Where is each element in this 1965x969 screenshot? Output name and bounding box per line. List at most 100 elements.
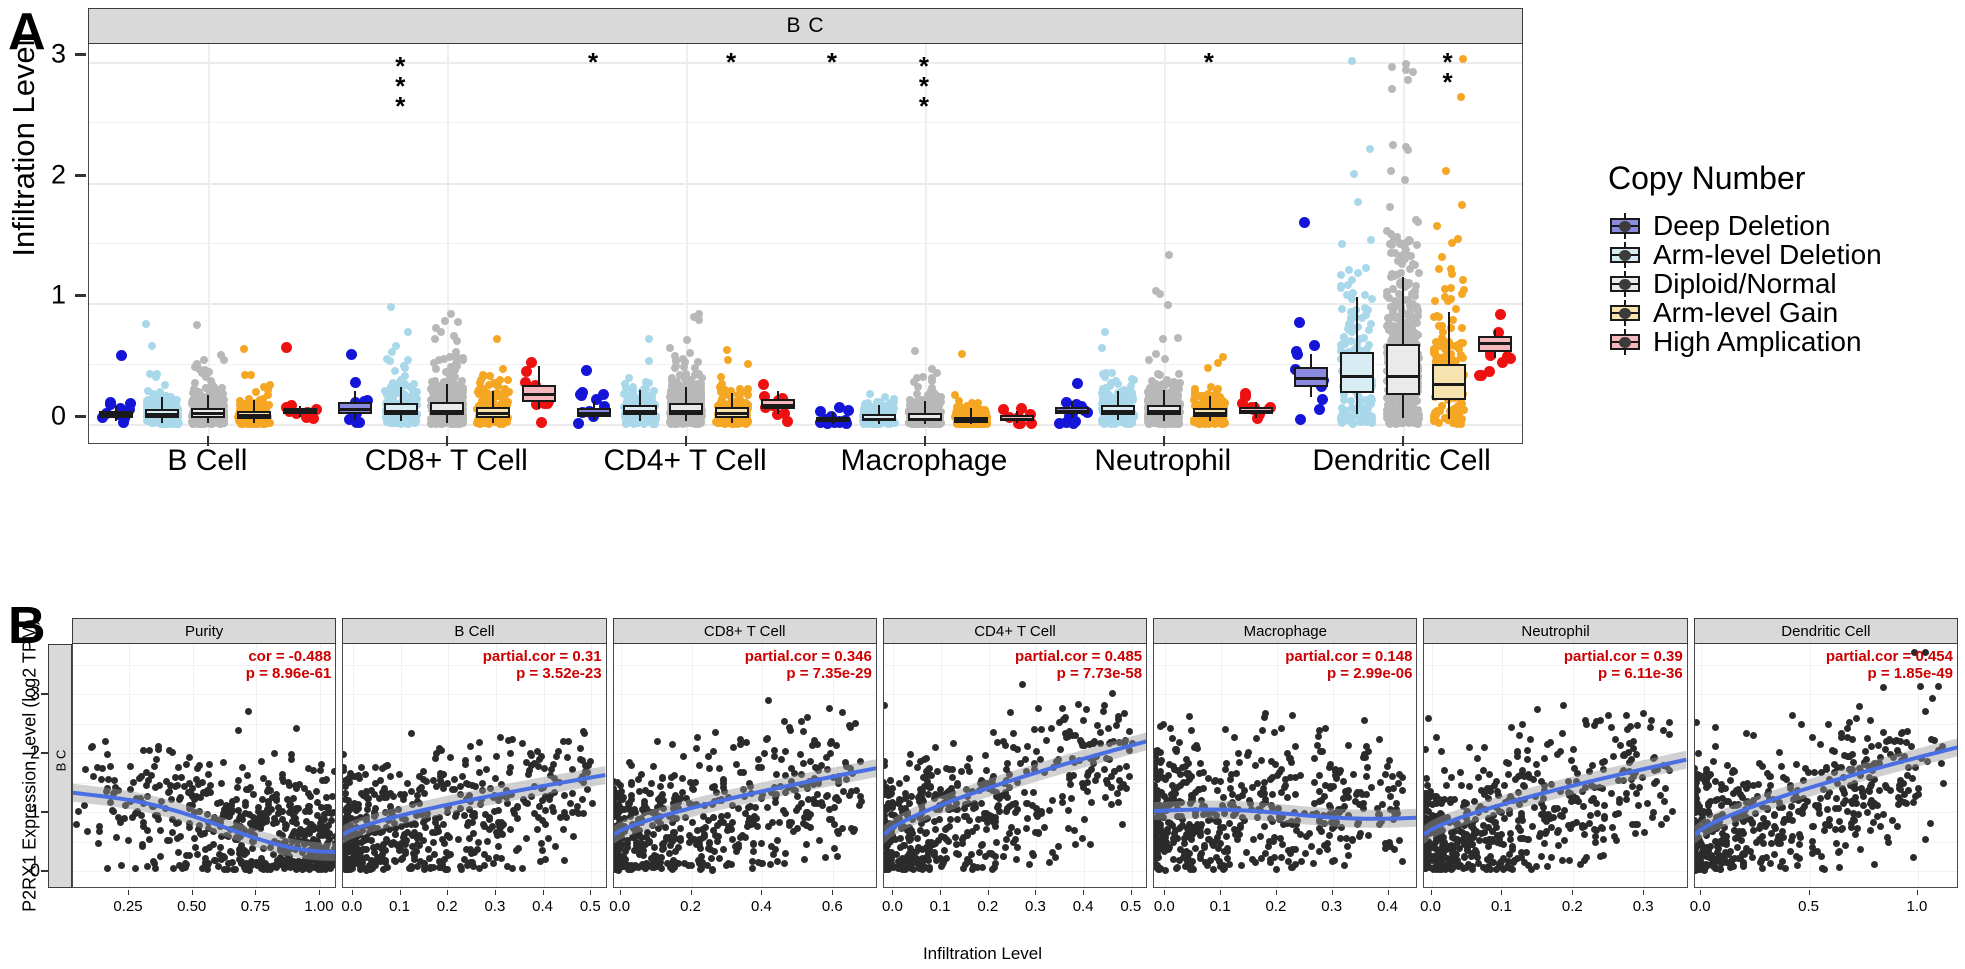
panel-a-jitter-point [1165,251,1174,260]
panel-a-jitter-point [1317,393,1329,405]
panel-a-jitter-point [387,302,396,311]
legend-item[interactable]: Deep Deletion [1608,209,1958,241]
panel-b-scatter-point [192,843,200,851]
panel-a-jitter-point [1391,404,1400,413]
panel-a-jitter-point [1155,370,1164,379]
panel-b-scatter-point [330,768,336,776]
panel-b-y-tick-label: 0 [29,860,40,881]
panel-b-scatter-point [248,838,256,846]
panel-b-scatter-point [144,863,152,871]
panel-a-jitter-point [495,376,504,385]
panel-a-jitter-point [190,379,199,388]
panel-a-jitter-point [643,415,652,424]
panel-a-jitter-point [153,370,162,379]
panel-a-jitter-point [1100,328,1109,337]
panel-a-jitter-point [1338,239,1347,248]
panel-a-median [1339,374,1374,378]
legend-item[interactable]: Arm-level Deletion [1608,239,1958,270]
panel-a-jitter-point [977,407,986,416]
panel-a-strip-title: B C [88,8,1523,44]
panel-a-y-axis-label: Infiltration Level [6,39,41,257]
panel-a-jitter-point [1218,416,1227,425]
panel-a-median [338,408,373,412]
panel-a-jitter-point [671,362,680,371]
panel-a-median [1385,374,1420,378]
panel-a-jitter-point [1433,311,1441,320]
panel-a-jitter-point [1362,310,1371,319]
panel-a-jitter-point [1341,339,1349,348]
legend-item[interactable]: Diploid/Normal [1608,268,1958,299]
panel-a-jitter-point [1387,411,1396,420]
panel-a-jitter-point [1171,415,1180,424]
panel-a-jitter-point [205,367,214,376]
legend-item-label: Arm-level Gain [1653,296,1839,328]
panel-a-jitter-point [493,334,502,343]
panel-a-box [1385,344,1420,395]
panel-b-scatter-point [75,808,83,816]
gridline-h [89,122,1522,124]
panel-a-jitter-point [1412,240,1421,249]
panel-a-jitter-point [1411,282,1420,291]
panel-a-jitter-point [1401,66,1410,75]
gridline-h [89,303,1522,306]
panel-b-scatter-point [258,758,266,766]
panel-a-jitter-point [1145,355,1154,364]
panel-a-median [999,418,1034,422]
panel-a-jitter-point [1387,63,1396,72]
panel-a-jitter-point [911,347,920,356]
panel-a-jitter-point [503,397,512,406]
panel-a-jitter-point [1459,286,1468,295]
panel-a-jitter-point [1336,283,1345,292]
panel-b-scatter-point [185,753,193,761]
panel-b-scatter-point [83,828,91,836]
panel-a-median [761,403,796,407]
gridline-h [89,182,1522,185]
panel-a-jitter-point [116,349,128,361]
panel-a-jitter-point [743,360,752,369]
panel-a-jitter-point [1384,320,1393,329]
panel-a-jitter-point [1158,334,1167,343]
panel-a-median [1146,409,1181,413]
panel-a-median [953,419,988,423]
panel-a-jitter-point [1367,295,1376,303]
panel-a-jitter-point [574,389,586,401]
panel-a-jitter-point [1446,283,1455,292]
panel-a-median [430,409,465,413]
panel-a-jitter-point [403,328,412,337]
panel-a-jitter-point [717,418,726,427]
panel-a-jitter-point [1454,235,1463,244]
panel-a-jitter-point [1342,290,1351,299]
gridline-h [89,243,1522,244]
legend-item-label: Deep Deletion [1653,209,1831,241]
panel-a-jitter-point [1338,305,1347,314]
legend-item[interactable]: Arm-level Gain [1608,296,1958,328]
panel-b-y-tick [41,811,48,814]
panel-b-scatter-point [129,814,137,822]
panel-a-median [522,392,557,396]
legend-key-icon [1608,299,1642,326]
panel-a-jitter-point [644,378,653,387]
panel-b-scatter-point [168,795,176,803]
panel-a-jitter-point [1290,345,1302,357]
panel-a-y-tick-label: 3 [50,38,66,69]
panel-a-jitter-point [1449,414,1458,423]
panel-a-jitter-point [1414,269,1423,278]
panel-a-box [1339,351,1374,393]
panel-a-jitter-point [1403,295,1412,304]
panel-a-jitter-point [1152,349,1161,358]
panel-b-y-tick-label: 1 [29,801,40,822]
panel-a: B C [88,8,1523,478]
legend-key-icon [1608,241,1642,268]
panel-a-jitter-point [1203,364,1212,373]
panel-a-jitter-point [148,389,157,398]
panel-b-plot-area: cor = -0.488 p = 8.96e-61 [72,644,337,888]
panel-a-median [384,409,419,413]
panel-a-jitter-point [1349,169,1358,178]
panel-b-y-tick-label: 2 [29,742,40,763]
panel-b-scatter-point [271,750,279,758]
panel-b-y-tick [41,752,48,755]
panel-a-jitter-point [598,389,610,401]
panel-a-jitter-point [1338,418,1347,427]
panel-a-jitter-point [779,407,791,419]
legend-item[interactable]: High Amplication [1608,326,1958,357]
